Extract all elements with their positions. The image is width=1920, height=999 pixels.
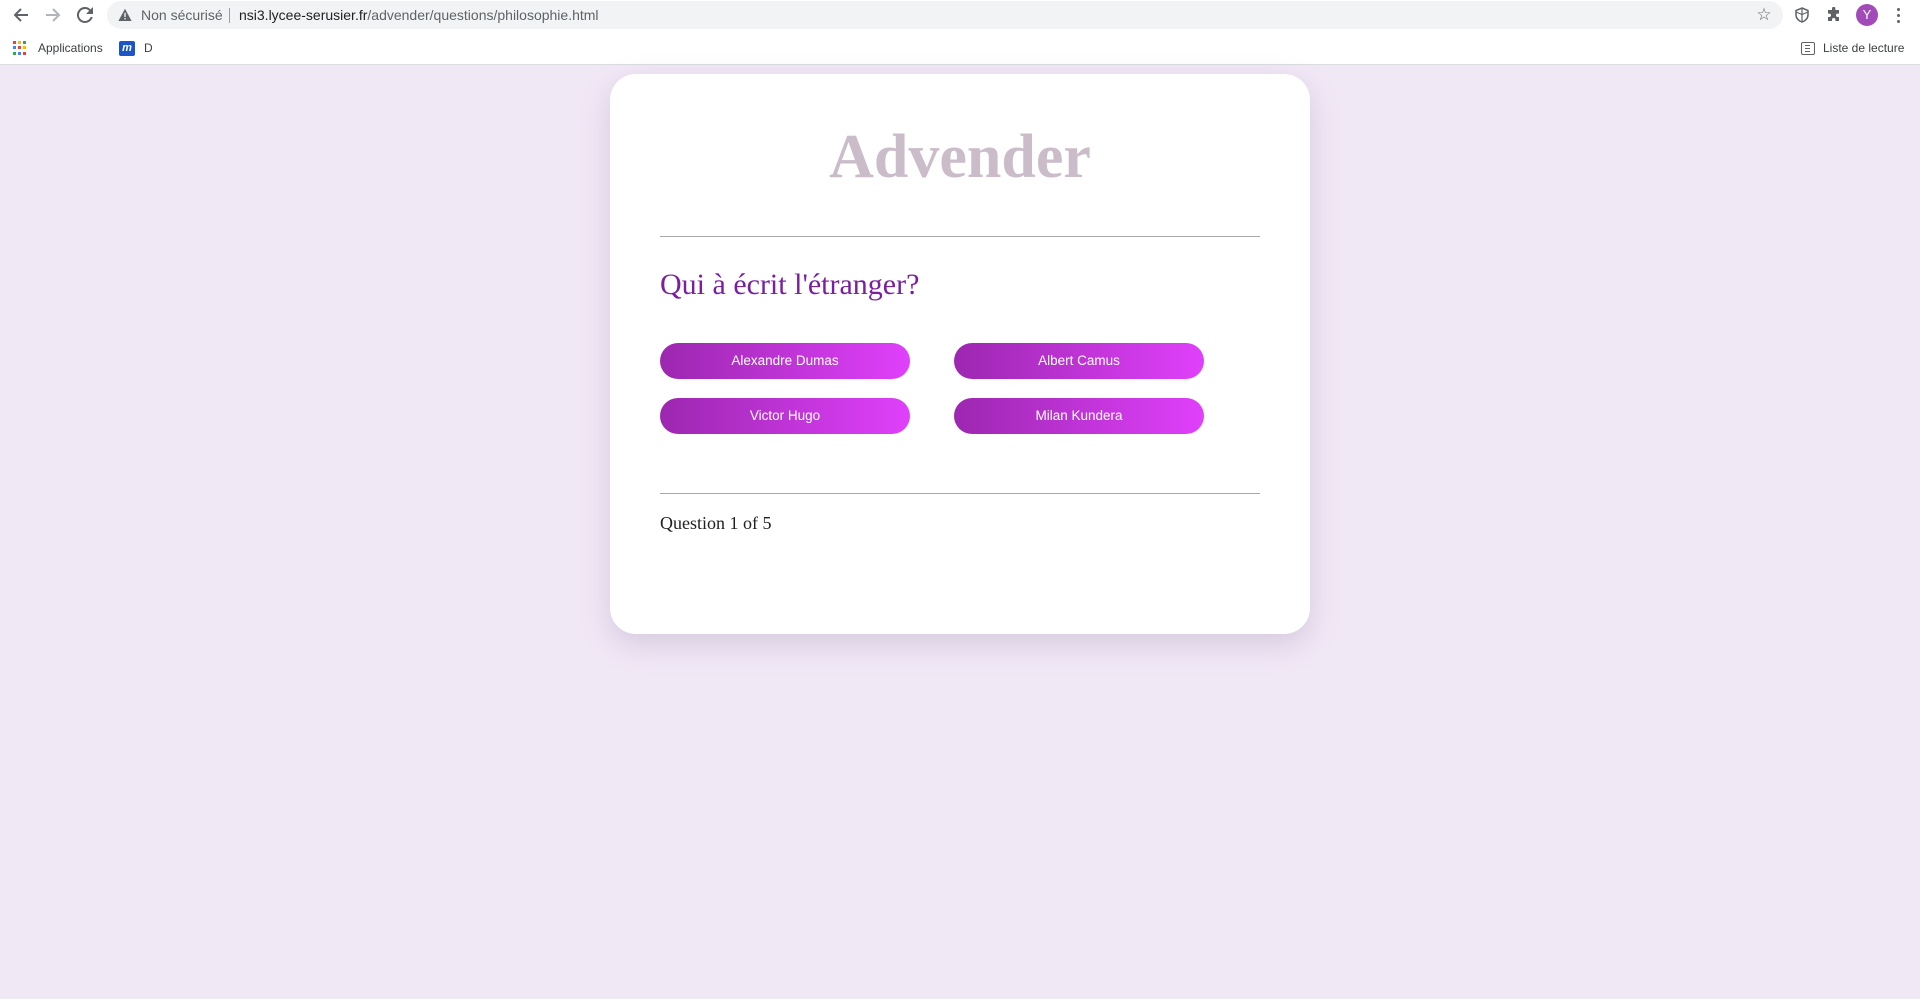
bottom-divider xyxy=(660,493,1260,494)
reading-list-button[interactable]: Liste de lecture xyxy=(1801,38,1904,58)
bookmark-d-label: D xyxy=(144,41,153,55)
back-arrow-icon[interactable] xyxy=(9,3,33,27)
url-text[interactable]: nsi3.lycee-serusier.fr/advender/question… xyxy=(239,7,599,23)
reading-list-label: Liste de lecture xyxy=(1823,41,1905,55)
url-host: nsi3.lycee-serusier.fr xyxy=(239,7,368,23)
address-bar[interactable]: Non sécurisé nsi3.lycee-serusier.fr/adve… xyxy=(107,1,1783,29)
security-label[interactable]: Non sécurisé xyxy=(141,7,223,23)
kebab-menu-icon[interactable] xyxy=(1888,4,1908,26)
answer-button-milan-kundera[interactable]: Milan Kundera xyxy=(954,398,1204,434)
bookmark-applications[interactable]: Applications xyxy=(13,38,103,58)
url-path: /advender/questions/philosophie.html xyxy=(367,7,599,23)
answer-button-albert-camus[interactable]: Albert Camus xyxy=(954,343,1204,379)
quiz-card: Advender Qui à écrit l'étranger? Alexand… xyxy=(610,74,1310,634)
browser-toolbar: Non sécurisé nsi3.lycee-serusier.fr/adve… xyxy=(0,0,1920,31)
forward-arrow-icon[interactable] xyxy=(41,3,65,27)
question-progress: Question 1 of 5 xyxy=(660,513,772,533)
reload-icon[interactable] xyxy=(73,3,97,27)
star-icon[interactable]: ☆ xyxy=(1755,6,1773,24)
top-divider xyxy=(660,236,1260,237)
omnibox-divider xyxy=(229,8,230,23)
m-logo-icon: m xyxy=(119,40,135,56)
answer-button-alexandre-dumas[interactable]: Alexandre Dumas xyxy=(660,343,910,379)
bookmark-d[interactable]: m D xyxy=(119,38,153,58)
bookmark-applications-label: Applications xyxy=(38,41,103,55)
avatar[interactable]: Y xyxy=(1856,4,1878,26)
brand-title: Advender xyxy=(829,123,1091,191)
reading-list-icon xyxy=(1801,41,1815,55)
warning-icon xyxy=(118,8,132,21)
answer-button-victor-hugo[interactable]: Victor Hugo xyxy=(660,398,910,434)
puzzle-icon[interactable] xyxy=(1824,5,1844,25)
apps-grid-icon xyxy=(13,40,28,56)
bookmarks-bar: Applications m D Liste de lecture xyxy=(0,31,1920,65)
question-text: Qui à écrit l'étranger? xyxy=(660,268,920,301)
extension-shield-icon[interactable] xyxy=(1792,5,1812,25)
